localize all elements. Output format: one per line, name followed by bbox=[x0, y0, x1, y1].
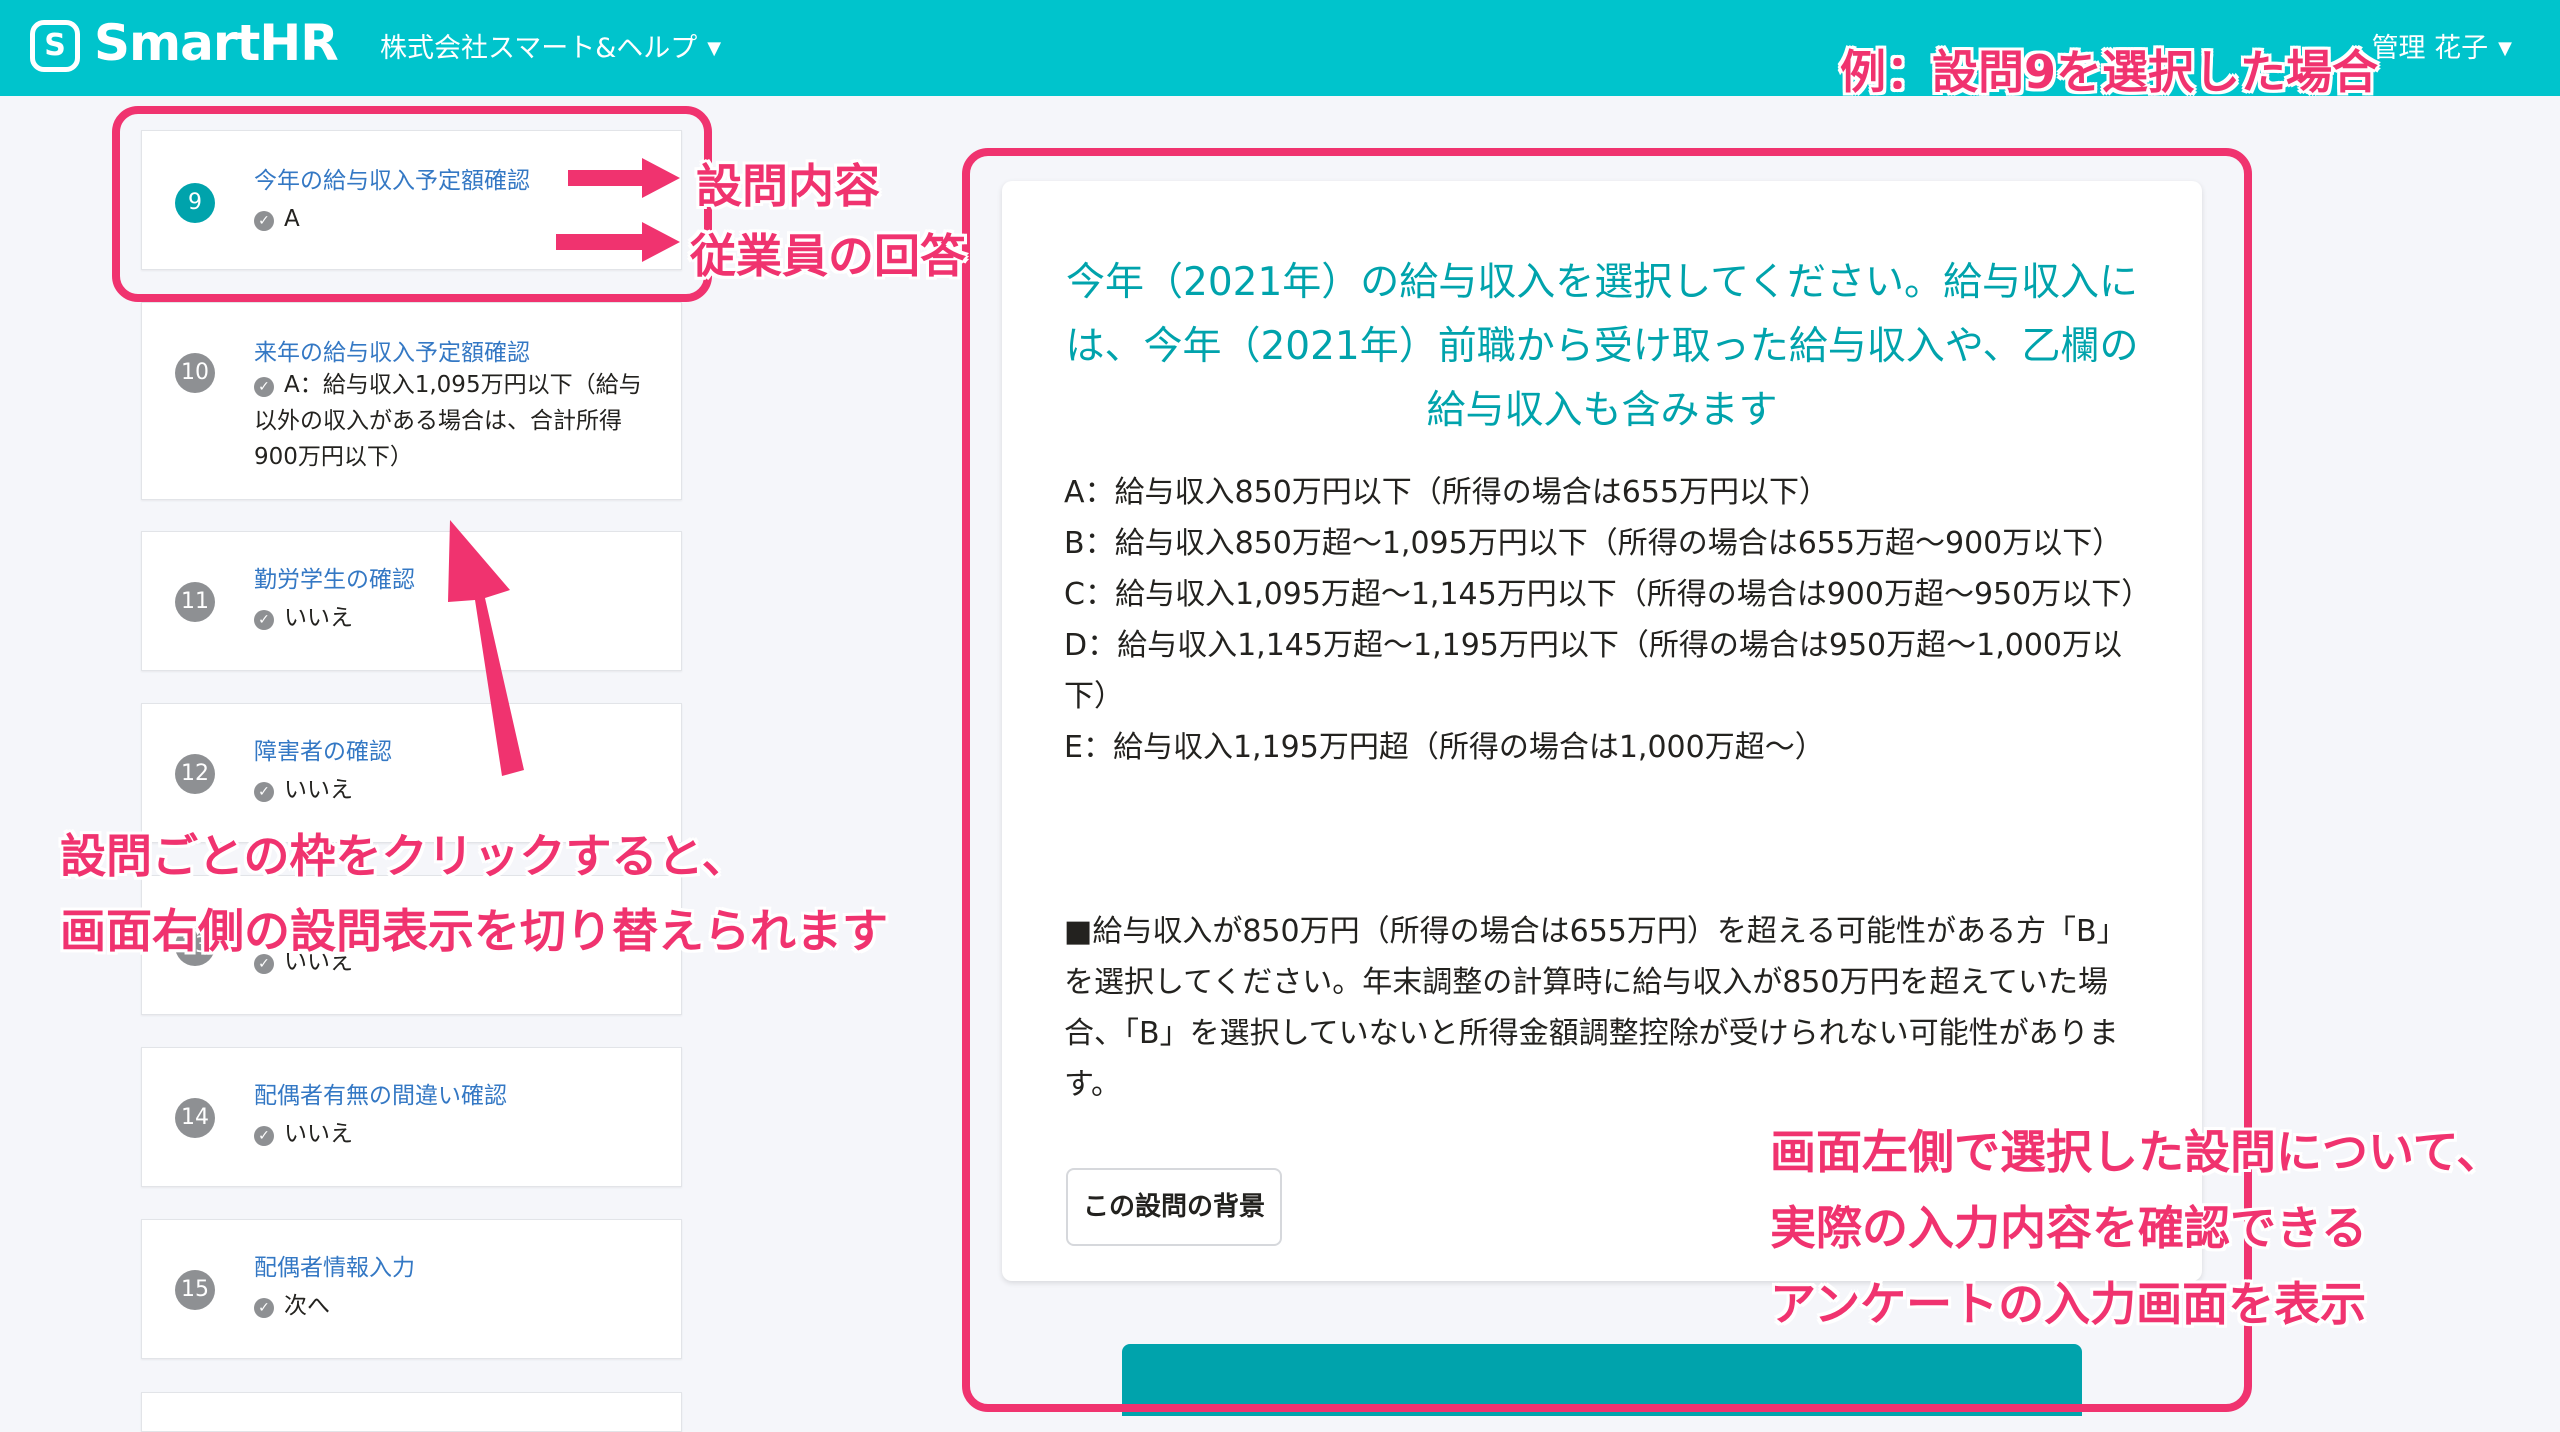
arrow-to-employee-answer bbox=[556, 222, 680, 262]
annotation-click-line1: 設問ごとの枠をクリックすると、 bbox=[60, 829, 748, 883]
annotation-question-content: 設問内容 bbox=[696, 159, 880, 213]
annotation-right-line3: アンケートの入力画面を表示 bbox=[1770, 1277, 2367, 1331]
annotation-right-line1: 画面左側で選択した設問について、 bbox=[1770, 1125, 2503, 1179]
annotation-employee-answer: 従業員の回答 bbox=[690, 229, 966, 283]
annotation-example: 例：設問9を選択した場合 bbox=[1840, 45, 2379, 99]
arrow-to-question-content bbox=[568, 158, 680, 198]
arrow-up-to-card bbox=[448, 520, 524, 776]
annotation-right-line2: 実際の入力内容を確認できる bbox=[1770, 1201, 2368, 1255]
annotation-click-line2: 画面右側の設問表示を切り替えられます bbox=[60, 904, 888, 958]
